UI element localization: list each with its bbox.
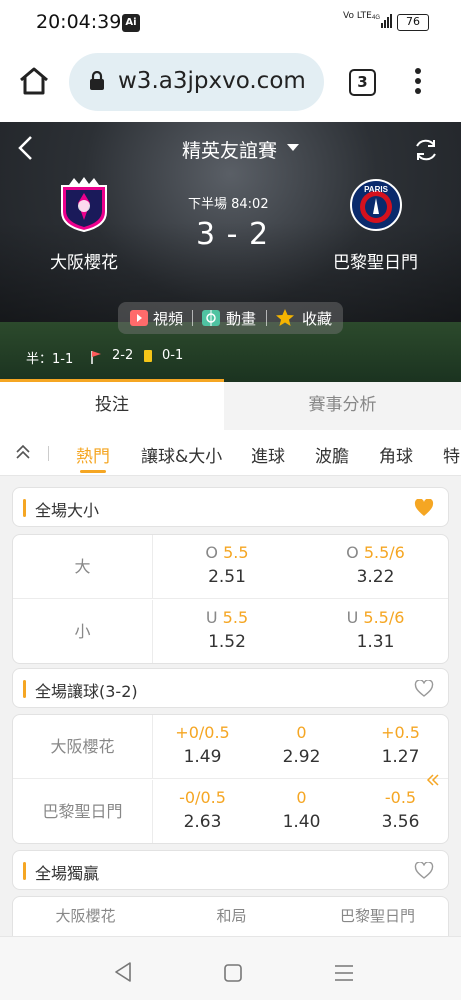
row-label-under: 小 (13, 600, 153, 663)
media-bar: 視頻 動畫 收藏 (118, 302, 343, 334)
back-icon[interactable] (16, 134, 36, 166)
back-nav-icon[interactable] (112, 961, 134, 987)
subtab-indicator (80, 470, 106, 473)
battery-indicator: 76 (397, 14, 429, 31)
star-icon (275, 308, 295, 332)
corner-flag-icon (90, 350, 102, 368)
volte-indicator: Vo LTE (343, 11, 372, 21)
yellow-card-icon (144, 350, 152, 362)
odds-cell[interactable]: +0/0.5 1.49 (153, 715, 252, 779)
table-row: 大 O 5.5 2.51 O 5.5/6 3.22 (13, 535, 448, 599)
row-label-over: 大 (13, 535, 153, 599)
over-under-card: 大 O 5.5 2.51 O 5.5/6 3.22 小 U 5.5 1.52 U… (12, 534, 449, 664)
table-row: 巴黎聖日門 -0/0.5 2.63 0 1.40 -0.5 3.56 (13, 780, 448, 843)
odds-cell[interactable]: 0 2.92 (252, 715, 351, 779)
video-button[interactable]: 視頻 (153, 308, 183, 329)
more-menu-icon[interactable] (415, 68, 423, 98)
heart-filled-icon[interactable] (414, 498, 434, 521)
away-team-name: 巴黎聖日門 (333, 253, 418, 273)
system-nav-bar (0, 936, 461, 1000)
animation-button[interactable]: 動畫 (226, 308, 256, 329)
league-title[interactable]: 精英友誼賽 (182, 136, 277, 163)
chevron-down-icon[interactable] (287, 144, 299, 151)
column-header: 巴黎聖日門 (339, 907, 415, 925)
section-header-handicap[interactable]: 全場讓球(3-2) (12, 668, 449, 708)
signal-icon: 4G (372, 13, 392, 33)
odds-cell[interactable]: +0.5 1.27 (351, 715, 448, 779)
match-clock: 下半場 84:02 (188, 197, 269, 212)
favorite-button[interactable]: 收藏 (302, 308, 332, 329)
chevron-left-double-icon[interactable] (425, 772, 441, 792)
heart-outline-icon[interactable] (414, 679, 434, 702)
table-row: 小 U 5.5 1.52 U 5.5/6 1.31 (13, 600, 448, 663)
svg-text:4G: 4G (372, 15, 380, 21)
main-tabs: 投注 賽事分析 (0, 382, 461, 430)
tab-bet[interactable]: 投注 (0, 382, 224, 430)
market-tabs: 熱門 讓球&大小 進球 波膽 角球 特 (0, 430, 461, 476)
handicap-card: 大阪櫻花 +0/0.5 1.49 0 2.92 +0.5 1.27 巴黎聖日門 … (12, 714, 449, 844)
subtab-correct-score[interactable]: 波膽 (315, 442, 349, 467)
home-nav-icon[interactable] (223, 963, 243, 987)
section-title: 全場大小 (35, 501, 100, 520)
lock-icon (89, 70, 105, 95)
match-score: 3 - 2 (196, 217, 270, 252)
row-label-away: 巴黎聖日門 (13, 780, 153, 843)
section-header-win[interactable]: 全場獨贏 (12, 850, 449, 890)
match-stats: 半：1-1 2-2 0-1 (26, 348, 183, 367)
tab-analysis[interactable]: 賽事分析 (224, 382, 461, 430)
match-header: 精英友誼賽 PARIS 大阪櫻花 巴黎聖日門 下半場 84:02 3 - 2 視… (0, 122, 461, 382)
section-title: 全場獨贏 (35, 864, 100, 883)
url-text: w3.a3jpxvo.com (118, 68, 306, 94)
table-row: 大阪櫻花 +0/0.5 1.49 0 2.92 +0.5 1.27 (13, 715, 448, 779)
column-header: 大阪櫻花 (55, 907, 116, 925)
odds-cell[interactable]: O 5.5 2.51 (153, 535, 301, 599)
subtab-handicap-ou[interactable]: 讓球&大小 (141, 442, 222, 467)
odds-cell[interactable]: U 5.5/6 1.31 (301, 600, 448, 663)
home-icon[interactable] (18, 66, 50, 100)
collapse-icon[interactable] (14, 443, 32, 465)
subtab-hot[interactable]: 熱門 (76, 442, 110, 467)
home-team-crest-icon (57, 176, 111, 236)
tab-switcher-button[interactable]: 3 (349, 69, 376, 96)
card-count: 0-1 (162, 348, 184, 363)
status-bar: 20:04:39 Ai Vo LTE 4G 76 (0, 0, 461, 46)
column-header: 和局 (216, 907, 247, 925)
svg-text:PARIS: PARIS (364, 185, 389, 194)
menu-nav-icon[interactable] (333, 964, 355, 986)
odds-cell[interactable]: 0 1.40 (252, 780, 351, 843)
corner-count: 2-2 (112, 348, 134, 363)
subtab-corners[interactable]: 角球 (379, 442, 413, 467)
video-icon (130, 310, 148, 330)
section-title: 全場讓球(3-2) (35, 682, 138, 701)
subtab-goals[interactable]: 進球 (251, 442, 285, 467)
section-header-over-under[interactable]: 全場大小 (12, 487, 449, 527)
odds-cell[interactable]: U 5.5 1.52 (153, 600, 301, 663)
home-team-name: 大阪櫻花 (50, 253, 118, 273)
away-team-crest-icon: PARIS (349, 178, 403, 236)
odds-cell[interactable]: O 5.5/6 3.22 (301, 535, 448, 599)
browser-toolbar: w3.a3jpxvo.com 3 (0, 46, 461, 122)
row-label-home: 大阪櫻花 (13, 715, 153, 779)
ai-icon: Ai (122, 14, 140, 32)
address-bar[interactable]: w3.a3jpxvo.com (69, 53, 324, 111)
halftime-score: 半：1-1 (26, 352, 74, 367)
refresh-icon[interactable] (412, 136, 440, 168)
heart-outline-icon[interactable] (414, 861, 434, 884)
subtab-special[interactable]: 特 (443, 442, 460, 467)
odds-cell[interactable]: -0/0.5 2.63 (153, 780, 252, 843)
animation-icon (202, 310, 220, 330)
status-time: 20:04:39 (36, 11, 122, 33)
